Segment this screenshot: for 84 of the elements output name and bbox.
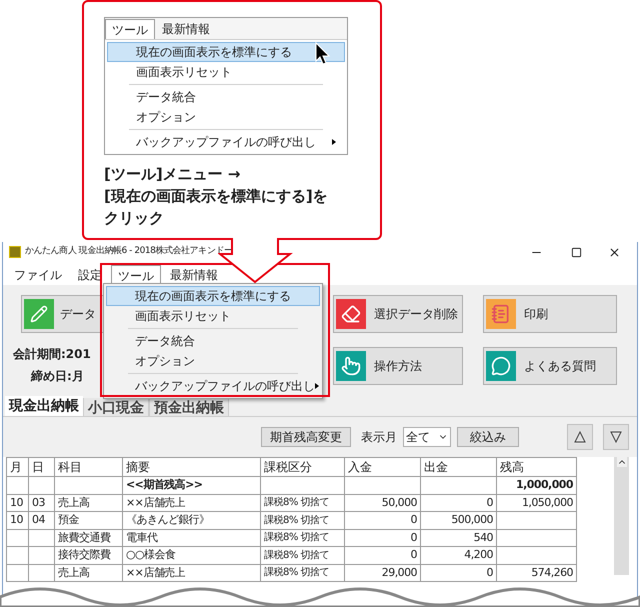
table-cell: 0 [410, 513, 417, 526]
menu-item[interactable]: オプション [105, 107, 347, 127]
menu-item[interactable]: オプション [104, 351, 322, 371]
table-cell: 預金 [58, 513, 79, 526]
move-down-icon[interactable] [603, 424, 629, 450]
column-header: 入金 [344, 458, 420, 476]
submenu-arrow-icon [315, 383, 319, 389]
instruction-text: [ツール]メニュー → [104, 164, 241, 185]
column-header: 出金 [420, 458, 496, 476]
close-icon[interactable] [608, 246, 621, 258]
table-cell: 課税8% 切捨て [264, 567, 330, 578]
table-cell: 0 [486, 566, 493, 578]
table-cell: 《あきんど銀行》 [126, 513, 210, 526]
table-cell: 03 [32, 496, 45, 508]
mouse-cursor-icon [315, 42, 331, 66]
tab[interactable]: 現金出納帳 [5, 396, 83, 416]
month-label: 表示月 [361, 429, 397, 446]
filter-button[interactable]: 絞込み [457, 427, 519, 447]
instruction-text: クリック [104, 208, 164, 229]
move-up-icon[interactable] [567, 424, 593, 450]
scrollbar[interactable] [614, 457, 629, 575]
menu-item[interactable]: バックアップファイルの呼び出し [104, 371, 322, 396]
menu-item[interactable]: 現在の画面表示を標準にする [105, 42, 347, 62]
maximize-icon[interactable] [571, 246, 582, 258]
table-cell: 0 [410, 530, 417, 544]
menu-item[interactable]: 現在の画面表示を標準にする [104, 286, 322, 306]
action-button[interactable]: よくある質問 [483, 347, 617, 385]
table-cell: 0 [410, 548, 417, 561]
month-select[interactable]: 全て [403, 427, 451, 447]
tab[interactable]: 小口現金 [83, 398, 149, 416]
table-cell: 売上高 [58, 566, 90, 578]
menu-bar-item[interactable]: 最新情報 [155, 19, 217, 39]
column-header: 日 [28, 458, 54, 476]
period-label: 会計期間:201 [13, 346, 91, 363]
table-cell: 10 [10, 513, 23, 526]
menu-item[interactable]: 画面表示リセット [105, 62, 347, 82]
table-cell: 旅費交通費 [58, 530, 110, 544]
column-header: 月 [6, 458, 28, 476]
table-cell: 課税8% 切捨て [264, 532, 330, 544]
menu-item[interactable]: データ統合 [105, 82, 347, 107]
table-cell: 29,000 [382, 566, 417, 578]
menu-item[interactable]: バックアップファイルの呼び出し [105, 127, 347, 152]
hand-pointer-icon [341, 356, 361, 376]
scroll-up-icon[interactable] [616, 457, 626, 467]
app-logo-icon [9, 246, 21, 258]
table-cell: 4,200 [464, 548, 493, 561]
instruction-text: [現在の画面表示を標準にする]を [104, 186, 328, 207]
eraser-icon [341, 304, 361, 324]
tab[interactable]: 預金出納帳 [149, 398, 229, 416]
table-cell: 0 [486, 496, 493, 508]
table-cell: <<期首残高>> [126, 478, 202, 491]
submenu-arrow-icon [332, 139, 336, 145]
column-header: 科目 [54, 458, 122, 476]
table-cell: 540 [474, 530, 493, 544]
table-cell: 574,260 [531, 566, 573, 578]
table-cell: 1,000,000 [516, 478, 573, 491]
table-cell: 04 [32, 513, 45, 526]
speech-bubble-icon [491, 356, 511, 376]
action-button[interactable]: 操作方法 [333, 347, 463, 385]
action-button[interactable]: 印刷 [483, 295, 617, 333]
table-cell: 課税8% 切捨て [264, 514, 330, 526]
table-cell: 接待交際費 [58, 548, 110, 561]
closing-date-label: 締め日:月 [31, 368, 84, 385]
table-cell: 売上高 [58, 496, 90, 508]
table-cell: 課税8% 切捨て [264, 550, 330, 561]
table-cell: 電車代 [126, 530, 158, 544]
menu-bar-item[interactable]: ファイル [7, 265, 69, 285]
column-header: 課税区分 [260, 458, 344, 476]
menu-bar-item[interactable]: ツール [111, 265, 161, 285]
table-cell: 10 [10, 496, 23, 508]
action-button[interactable]: 選択データ削除 [333, 295, 463, 333]
table-cell: ○○様会食 [126, 548, 176, 561]
table-cell: 課税8% 切捨て [264, 497, 330, 508]
column-header: 摘要 [122, 458, 260, 476]
table-cell: ××店舗売上 [126, 566, 186, 578]
menu-bar-item[interactable]: ツール [105, 19, 155, 39]
column-header: 残高 [496, 458, 576, 476]
table-cell: 50,000 [382, 496, 417, 508]
opening-balance-button[interactable]: 期首残高変更 [261, 427, 351, 447]
table-cell: ××店舗売上 [126, 496, 186, 508]
pencil-icon [30, 305, 48, 323]
table-cell: 1,050,000 [522, 496, 573, 508]
table-cell: 500,000 [451, 513, 493, 526]
notebook-icon [491, 304, 511, 324]
